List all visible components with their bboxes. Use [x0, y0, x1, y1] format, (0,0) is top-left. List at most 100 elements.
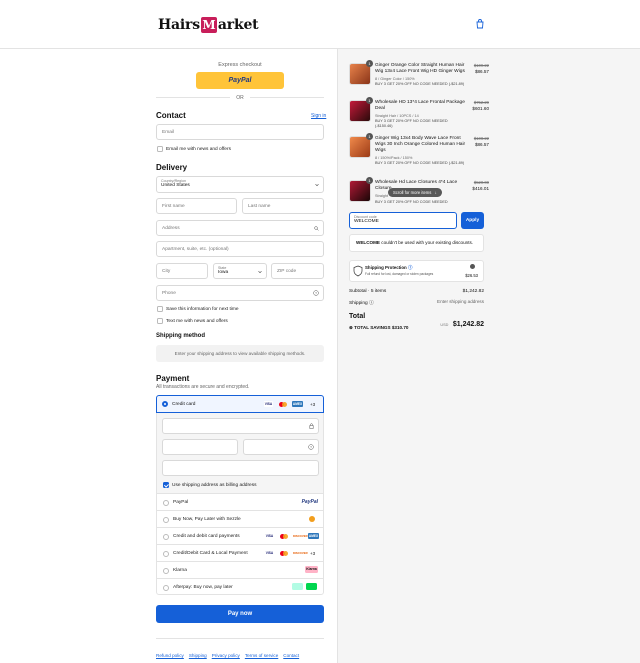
chevron-down-icon — [258, 270, 262, 274]
discount-error-code: WELCOME — [356, 240, 380, 245]
mastercard-icon — [280, 533, 288, 539]
footer-links: Refund policy Shipping Privacy policy Terms… — [156, 644, 336, 662]
privacy-policy-link[interactable]: Privacy policy — [212, 653, 240, 658]
shipping-label-text: Shipping — [349, 301, 368, 306]
lock-icon — [309, 423, 314, 429]
paypal-express-button[interactable]: PayPal — [196, 72, 284, 89]
pay-now-button[interactable]: Pay now — [156, 605, 324, 623]
apply-button[interactable]: Apply — [461, 212, 484, 229]
footer-divider — [156, 638, 324, 639]
email-news-label: Email me with news and offers — [166, 147, 231, 152]
apartment-field[interactable]: Apartment, suite, etc. (optional) — [156, 241, 324, 257]
logo-text-2: arket — [217, 17, 259, 33]
text-news-checkbox[interactable] — [157, 318, 163, 324]
paypal-label: PayPal — [228, 77, 252, 84]
klarna-radio[interactable] — [163, 567, 169, 574]
shipping-link[interactable]: Shipping — [189, 653, 207, 658]
card-payments-option-label: Credit and debit card payments — [173, 534, 240, 539]
amex-icon: AMEX — [308, 533, 319, 539]
product-variant: Straight — [375, 194, 389, 198]
protection-toggle[interactable] — [470, 264, 475, 269]
quantity-badge: 1 — [366, 133, 373, 140]
quantity-badge: 1 — [366, 60, 373, 67]
store-logo[interactable]: Hairs Market — [158, 16, 259, 34]
sign-in-link[interactable]: Sign in — [311, 113, 326, 119]
country-value: United States — [161, 183, 190, 188]
credit-card-radio[interactable] — [162, 401, 168, 407]
product-title: Ginger Orange Color Straight Human Hair … — [375, 63, 465, 74]
payment-option-sezzle[interactable]: Buy Now, Pay Later with Sezzle — [156, 510, 324, 527]
discount-error-text: couldn't be used with your existing disc… — [380, 240, 474, 245]
payment-option-card-payments[interactable]: Credit and debit card payments VISA DISC… — [156, 527, 324, 544]
save-info-label: Save this information for next time — [166, 307, 239, 312]
total-amount: $1,242.82 — [452, 321, 484, 328]
city-field[interactable]: City — [156, 263, 208, 279]
contact-link[interactable]: Contact — [283, 653, 299, 658]
total-label: Total — [349, 313, 366, 320]
mastercard-icon — [279, 401, 287, 407]
zip-field[interactable]: ZIP code — [271, 263, 324, 279]
paypal-logo-icon: PayPal — [301, 499, 318, 505]
quantity-badge: 1 — [366, 97, 373, 104]
contact-title: Contact — [156, 111, 186, 120]
shopping-bag-icon[interactable] — [475, 19, 485, 29]
discover-icon: DISCOVER — [293, 550, 308, 556]
country-select[interactable]: Country/Region United States — [156, 176, 324, 193]
express-checkout-label: Express checkout — [218, 62, 262, 68]
refund-policy-link[interactable]: Refund policy — [156, 653, 184, 658]
help-circle-icon[interactable]: ⓘ — [369, 301, 374, 306]
payment-option-paypal[interactable]: PayPal PayPal — [156, 493, 324, 510]
info-icon[interactable]: ⓘ — [407, 265, 412, 270]
discount-value: WELCOME — [354, 219, 379, 224]
state-select[interactable]: State Iowa — [213, 263, 267, 279]
phone-field[interactable]: Phone ? — [156, 285, 324, 301]
save-info-checkbox[interactable] — [157, 306, 163, 312]
first-name-field[interactable]: First name — [156, 198, 237, 214]
name-on-card-field[interactable] — [162, 460, 319, 476]
state-value: Iowa — [218, 270, 229, 275]
payment-option-local[interactable]: Credit/Debit Card & Local Payment VISA D… — [156, 544, 324, 561]
payment-option-klarna[interactable]: Klarna Klarna — [156, 561, 324, 578]
shipping-label: Shipping ⓘ — [349, 299, 374, 306]
discover-icon: DISCOVER — [293, 533, 308, 539]
card-payments-radio[interactable] — [163, 533, 169, 540]
last-name-field[interactable]: Last name — [242, 198, 324, 214]
card-form: ? Use shipping address as billing addres… — [156, 413, 324, 493]
chevron-down-icon — [315, 183, 319, 187]
afterpay-radio[interactable] — [163, 584, 169, 591]
cart-item: 1 Wholesale HD 13*4 Lace Frontal Package… — [349, 97, 489, 134]
product-variant: 8 / Ginger Color / 150% — [375, 77, 415, 81]
shipping-protection-box: Shipping Protection ⓘ Full refund for lo… — [349, 260, 484, 282]
payment-subtitle: All transactions are secure and encrypte… — [156, 384, 250, 390]
help-circle-icon[interactable]: ? — [313, 290, 319, 296]
billing-same-checkbox[interactable] — [163, 482, 169, 488]
search-icon — [314, 226, 319, 231]
visa-icon: VISA — [265, 550, 274, 556]
text-news-label: Text me with news and offers — [166, 319, 228, 324]
shipping-method-note: Enter your shipping address to view avai… — [156, 345, 324, 362]
address-field[interactable]: Address — [156, 220, 324, 236]
card-number-field[interactable] — [162, 418, 319, 434]
pay-now-label: Pay now — [227, 611, 253, 617]
visa-icon: VISA — [265, 533, 274, 539]
product-discount: BUY 3 GET 20% OFF NO CODE NEEDED (-$150.… — [375, 119, 448, 128]
terms-of-service-link[interactable]: Terms of service — [245, 653, 278, 658]
local-payment-radio[interactable] — [163, 550, 169, 557]
credit-card-option[interactable]: Credit card VISA AMEX +3 — [156, 395, 324, 413]
mastercard-icon — [280, 550, 288, 556]
security-code-field[interactable]: ? — [243, 439, 319, 455]
original-price: $520.00 — [473, 180, 489, 185]
email-field[interactable]: Email — [156, 124, 324, 140]
arrow-down-icon: ↓ — [434, 190, 437, 195]
original-price: $108.22 — [473, 136, 489, 141]
expiry-field[interactable] — [162, 439, 238, 455]
sezzle-radio[interactable] — [163, 516, 169, 523]
paypal-radio[interactable] — [163, 499, 169, 506]
sale-price: $601.60 — [472, 106, 489, 111]
discount-code-field[interactable]: Discount code WELCOME — [349, 212, 457, 229]
delivery-title: Delivery — [156, 163, 188, 172]
scroll-more-tooltip[interactable]: Scroll for more items ↓ — [388, 188, 442, 197]
payment-option-afterpay[interactable]: Afterpay: Buy now, pay later — [156, 578, 324, 595]
help-circle-icon[interactable]: ? — [308, 444, 314, 450]
email-news-checkbox[interactable] — [157, 146, 163, 152]
